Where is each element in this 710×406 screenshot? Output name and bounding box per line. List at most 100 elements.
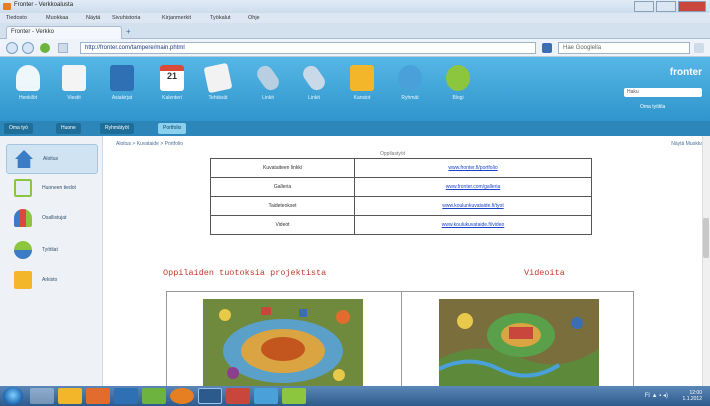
- subtab-groupwork[interactable]: Ryhmätyöt: [100, 123, 134, 134]
- minimize-button[interactable]: [634, 1, 654, 12]
- link-icon: [253, 62, 283, 94]
- view-options[interactable]: Näytä Muokkaa: [671, 141, 706, 147]
- browser-search-field[interactable]: Hae Googlella: [558, 42, 690, 54]
- workspace-link[interactable]: Oma työtila: [640, 104, 665, 110]
- menu-bar: Tiedosto Muokkaa Näytä Sivuhistoria Kirj…: [0, 13, 710, 23]
- taskbar-folder-icon[interactable]: [58, 388, 82, 404]
- link-key: Galleria: [210, 177, 355, 197]
- group-icon: [398, 65, 422, 91]
- sidebar: Aloitus Huoneen tiedot Osallistujat Työt…: [0, 136, 103, 386]
- heading-videos: Videoita: [524, 268, 565, 278]
- people-icon: [14, 209, 32, 227]
- home-icon: [15, 150, 33, 168]
- close-button[interactable]: [678, 1, 706, 12]
- clock[interactable]: 12:00 1.1.2012: [683, 390, 702, 402]
- student-painting-image[interactable]: [203, 299, 363, 388]
- link-icon: [299, 62, 329, 94]
- tab-bar: Fronter - Verkko +: [0, 23, 710, 39]
- start-button-icon[interactable]: [3, 387, 23, 405]
- menu-tools[interactable]: Työkalut: [210, 15, 230, 21]
- taskbar-paint-icon[interactable]: [254, 388, 278, 404]
- app-icon-groups[interactable]: Ryhmät: [392, 65, 428, 101]
- documents-icon: [110, 65, 134, 91]
- maximize-button[interactable]: [656, 1, 676, 12]
- app-icon-tasks[interactable]: Tehtävät: [200, 62, 236, 101]
- app-icon-links-2[interactable]: Linkit: [296, 62, 332, 101]
- app-search-input[interactable]: Haku: [624, 88, 702, 97]
- bookmark-icon[interactable]: [542, 43, 552, 53]
- link-key: Kuvataiteen linkki: [210, 158, 355, 178]
- menu-edit[interactable]: Muokkaa: [46, 15, 68, 21]
- message-icon: [62, 65, 86, 91]
- system-tray[interactable]: FI ▲ ▪ ◂): [645, 392, 668, 399]
- heading-student-work: Oppilaiden tuotoksia projektista: [163, 268, 327, 278]
- taskbar-word-icon[interactable]: [114, 388, 138, 404]
- taskbar: FI ▲ ▪ ◂) 12:00 1.1.2012: [0, 386, 710, 406]
- workspace-icon: [14, 241, 32, 259]
- menu-history[interactable]: Sivuhistoria: [112, 15, 140, 21]
- links-table: Kuvataiteen linkki www.fronter.fi/portfo…: [210, 158, 592, 235]
- taskbar-app-icon[interactable]: [198, 388, 222, 404]
- app-icon-links-1[interactable]: Linkit: [250, 62, 286, 101]
- table-row: Videot www.koulukuvataide.fi/video: [210, 215, 592, 235]
- taskbar-firefox-icon[interactable]: [170, 388, 194, 404]
- navigation-bar: http://fronter.com/tampere/main.phtml Ha…: [0, 39, 710, 57]
- archive-icon: [14, 271, 32, 289]
- person-icon: [16, 65, 40, 91]
- table-row: Galleria www.fronter.com/galleria: [210, 177, 592, 197]
- forward-icon[interactable]: [22, 42, 34, 54]
- sidebar-item-participants[interactable]: Osallistujat: [6, 204, 98, 234]
- app-icon-documents[interactable]: Asiakirjat: [104, 65, 140, 101]
- address-bar[interactable]: http://fronter.com/tampere/main.phtml: [80, 42, 536, 54]
- taskbar-media-icon[interactable]: [86, 388, 110, 404]
- app-header: Henkilöt Viestit Asiakirjat 21 Kalenteri…: [0, 57, 710, 121]
- app-icon-folders[interactable]: Kansiot: [344, 65, 380, 101]
- school-logo-icon: [653, 246, 703, 254]
- back-icon[interactable]: [6, 42, 18, 54]
- browser-tab[interactable]: Fronter - Verkko: [6, 26, 122, 39]
- subtab-portfolio[interactable]: Portfolio: [158, 123, 187, 134]
- reload-icon[interactable]: [40, 43, 50, 53]
- link-value[interactable]: www.fronter.fi/portfolio: [354, 158, 592, 178]
- menu-help[interactable]: Ohje: [248, 15, 260, 21]
- menu-bookmarks[interactable]: Kirjanmerkit: [162, 15, 191, 21]
- table-row: Taideteokset www.koulunkuvataide.fi/tyot: [210, 196, 592, 216]
- breadcrumb[interactable]: Aloitus > Kuvataide > Portfolio: [116, 141, 183, 147]
- browser-icon: [3, 3, 11, 10]
- sub-tabs: Oma työ Huone Ryhmätyöt Portfolio: [0, 121, 710, 254]
- vertical-scrollbar[interactable]: [702, 136, 710, 386]
- sidebar-item-archive[interactable]: Arkisto: [6, 266, 98, 296]
- taskbar-excel-icon[interactable]: [142, 388, 166, 404]
- menu-file[interactable]: Tiedosto: [6, 15, 27, 21]
- menu-view[interactable]: Näytä: [86, 15, 100, 21]
- student-video-thumbnail-image[interactable]: [439, 299, 599, 388]
- folder-icon: [350, 65, 374, 91]
- app-icon-messages[interactable]: Viestit: [56, 65, 92, 101]
- scrollbar-thumb[interactable]: [703, 218, 709, 258]
- gallery: [166, 291, 634, 388]
- document-icon: [14, 179, 32, 197]
- window-title: Fronter - Verkkoalusta: [14, 2, 74, 8]
- taskbar-powerpoint-icon[interactable]: [226, 388, 250, 404]
- sidebar-item-home[interactable]: Aloitus: [6, 144, 98, 174]
- tasks-icon: [203, 62, 233, 94]
- blog-icon: [446, 65, 470, 91]
- app-icon-blog[interactable]: Blogi: [440, 65, 476, 101]
- subtab-room[interactable]: Huone: [56, 123, 81, 134]
- sidebar-item-workspace[interactable]: Työtilat: [6, 236, 98, 266]
- link-value[interactable]: www.fronter.com/galleria: [354, 177, 592, 197]
- taskbar-explorer-icon[interactable]: [30, 388, 54, 404]
- app-icon-people[interactable]: Henkilöt: [10, 65, 46, 101]
- menu-icon[interactable]: [694, 43, 704, 53]
- window-titlebar: Fronter - Verkkoalusta: [0, 0, 710, 13]
- app-icon-calendar[interactable]: 21 Kalenteri: [154, 65, 190, 101]
- page-title: Oppilastyöt: [380, 151, 406, 157]
- home-icon[interactable]: [58, 43, 68, 53]
- sidebar-item-room-info[interactable]: Huoneen tiedot: [6, 174, 98, 204]
- link-value[interactable]: www.koulukuvataide.fi/video: [354, 215, 592, 235]
- link-key: Videot: [210, 215, 355, 235]
- new-tab-icon[interactable]: +: [126, 27, 131, 36]
- taskbar-app2-icon[interactable]: [282, 388, 306, 404]
- link-value[interactable]: www.koulunkuvataide.fi/tyot: [354, 196, 592, 216]
- subtab-own-work[interactable]: Oma työ: [4, 123, 33, 134]
